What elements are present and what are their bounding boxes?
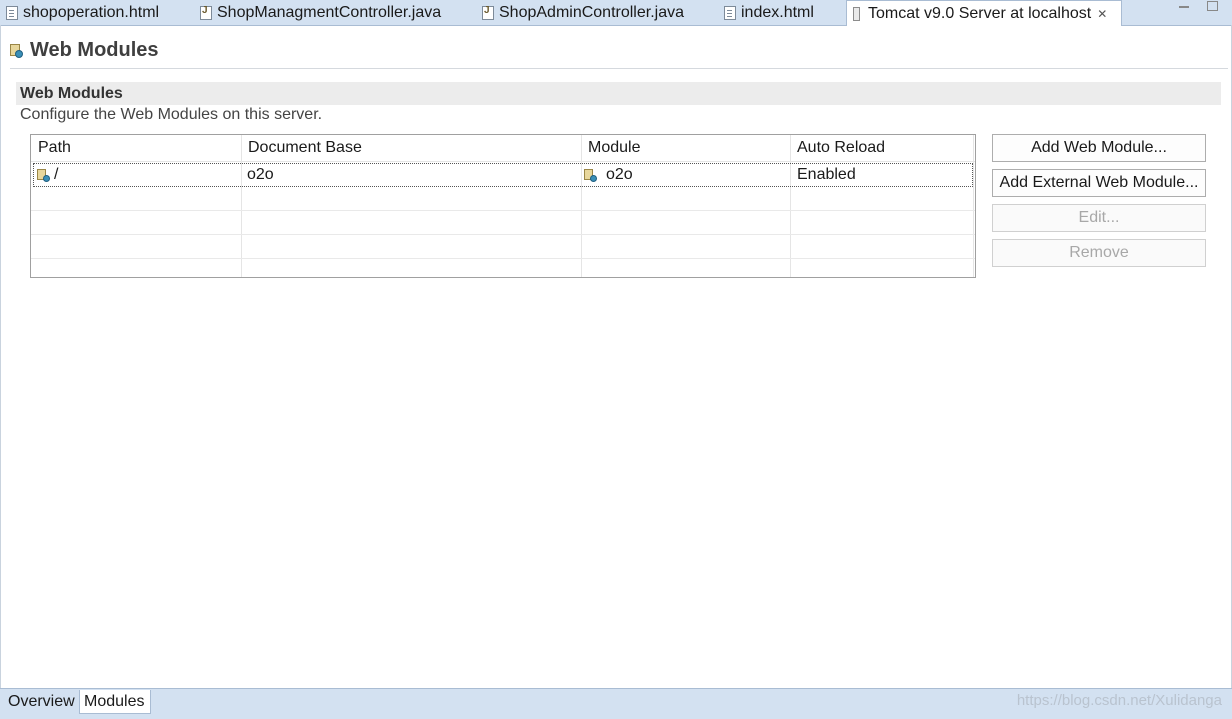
column-header-auto-reload[interactable]: Auto Reload: [790, 135, 975, 161]
page-title-text: Web Modules: [30, 38, 159, 61]
column-header-path[interactable]: Path: [31, 135, 241, 161]
web-module-icon: [584, 168, 597, 182]
cell-module-text: o2o: [606, 166, 633, 183]
server-icon: [853, 6, 860, 21]
editor-tab-bar: shopoperation.html ShopManagmentControll…: [0, 0, 1232, 26]
java-file-icon: [200, 5, 212, 20]
html-file-icon: [724, 5, 736, 20]
watermark: https://blog.csdn.net/Xulidanga: [1016, 692, 1222, 709]
tab-label: shopoperation.html: [23, 3, 160, 21]
section-heading-text: Web Modules: [20, 84, 123, 102]
cell-document-base: o2o: [247, 166, 274, 183]
section-heading: Web Modules: [16, 82, 1221, 105]
web-modules-table[interactable]: Path Document Base Module Auto Reload / …: [30, 134, 976, 278]
tab-shopadmincontroller-java[interactable]: ShopAdminController.java: [482, 0, 684, 25]
cell-module: o2o: [584, 164, 633, 186]
column-header-document-base[interactable]: Document Base: [241, 135, 581, 161]
tab-modules[interactable]: Modules: [79, 690, 151, 714]
cell-auto-reload: Enabled: [797, 166, 856, 183]
add-external-web-module-button[interactable]: Add External Web Module...: [992, 169, 1206, 197]
java-file-icon: [482, 5, 494, 20]
tab-shopmanagmentcontroller-java[interactable]: ShopManagmentController.java: [200, 0, 441, 25]
title-divider: [10, 68, 1228, 69]
web-module-icon: [37, 168, 50, 182]
close-icon[interactable]: ✕: [1097, 7, 1107, 21]
minimize-icon[interactable]: [1179, 6, 1189, 8]
add-web-module-button[interactable]: Add Web Module...: [992, 134, 1206, 162]
page-title: Web Modules: [10, 37, 159, 63]
tab-label: Tomcat v9.0 Server at localhost: [868, 4, 1092, 22]
editor-page-tabs: Overview Modules https://blog.csdn.net/X…: [0, 688, 1232, 719]
tab-tomcat-server[interactable]: Tomcat v9.0 Server at localhost ✕: [846, 0, 1122, 26]
tab-shopoperation-html[interactable]: shopoperation.html: [6, 0, 159, 25]
tab-label: index.html: [741, 3, 814, 21]
tab-label: ShopManagmentController.java: [217, 3, 442, 21]
section-description: Configure the Web Modules on this server…: [20, 106, 323, 123]
table-row-empty: [31, 235, 975, 259]
window-controls: [1179, 0, 1218, 14]
html-file-icon: [6, 5, 18, 20]
editor-left-border: [0, 25, 1, 688]
cell-path: /: [37, 164, 58, 186]
maximize-icon[interactable]: [1207, 1, 1218, 11]
cell-path-text: /: [54, 166, 59, 183]
table-header: Path Document Base Module Auto Reload: [31, 135, 975, 162]
table-row-empty: [31, 259, 975, 277]
table-row-empty: [31, 187, 975, 211]
tab-overview[interactable]: Overview: [4, 690, 79, 714]
remove-button[interactable]: Remove: [992, 239, 1206, 267]
table-row[interactable]: / o2o o2o Enabled: [33, 163, 973, 187]
table-row-empty: [31, 211, 975, 235]
tab-index-html[interactable]: index.html: [724, 0, 814, 25]
web-module-icon: [10, 43, 23, 58]
tab-label: ShopAdminController.java: [499, 3, 684, 21]
edit-button[interactable]: Edit...: [992, 204, 1206, 232]
column-header-module[interactable]: Module: [581, 135, 790, 161]
